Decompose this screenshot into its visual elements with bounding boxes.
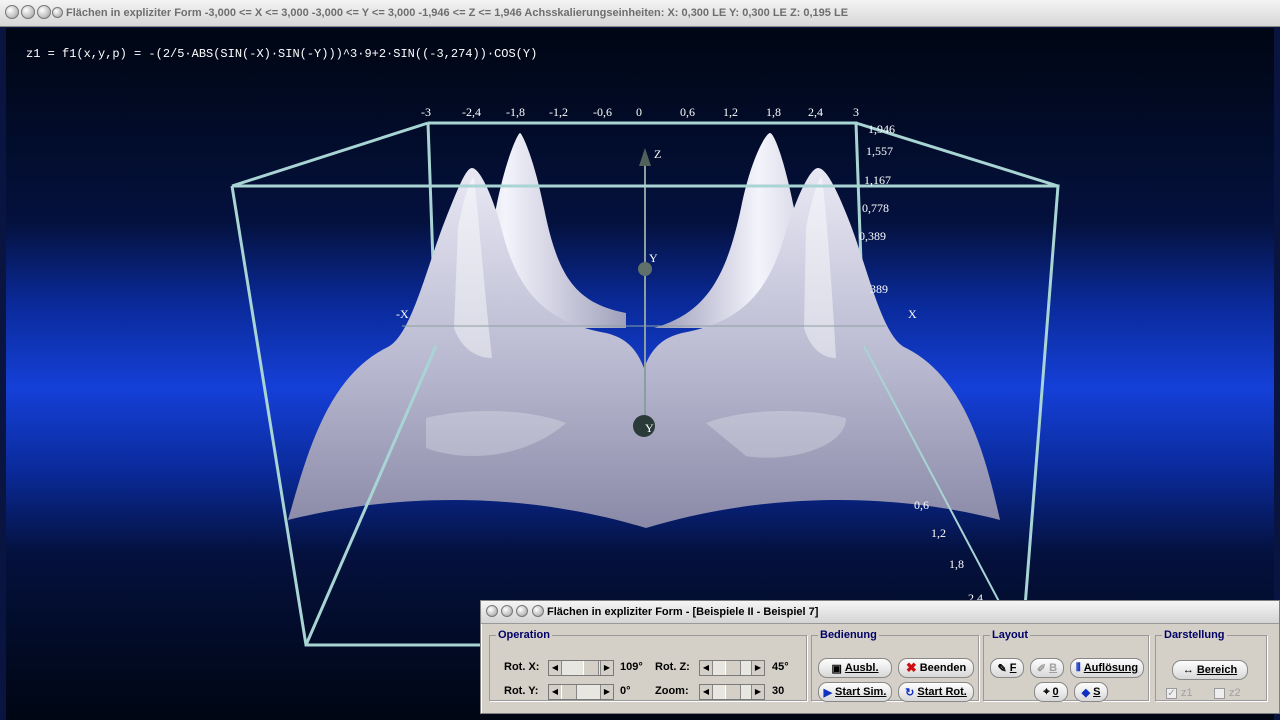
- main-window-title: Flächen in expliziter Form -3,000 <= X <…: [66, 7, 849, 19]
- scroll-right-icon[interactable]: ▶: [751, 685, 764, 699]
- z2-checkbox[interactable]: [1214, 688, 1225, 699]
- grid-icon: ⦀: [1075, 661, 1081, 674]
- scroll-left-icon[interactable]: ◀: [549, 661, 562, 675]
- z-axis-arrow: [639, 148, 651, 166]
- hide-icon: ▣: [831, 662, 842, 675]
- zoom-label: Zoom:: [655, 685, 689, 697]
- scroll-left-icon[interactable]: ◀: [700, 661, 713, 675]
- x-tick-label: 2,4: [808, 105, 823, 119]
- x-tick-label: 0,6: [680, 105, 695, 119]
- x-tick-label: -2,4: [462, 105, 481, 119]
- range-icon: ↔: [1182, 664, 1194, 676]
- slider-thumb[interactable]: [725, 685, 741, 699]
- panel-minimize-button[interactable]: [501, 605, 513, 617]
- darstellung-legend: Darstellung: [1164, 629, 1225, 641]
- window-menu-icon[interactable]: [52, 7, 63, 18]
- darstellung-group: Darstellung ↔ Bereich ✓ z1 z2: [1155, 629, 1267, 701]
- rot-y-slider[interactable]: ◀ ▶: [548, 684, 614, 700]
- layout-legend: Layout: [992, 629, 1029, 641]
- rot-z-slider[interactable]: ◀ ▶: [699, 660, 765, 676]
- z-axis-label: Z: [654, 147, 662, 161]
- x-tick-label: -0,6: [593, 105, 612, 119]
- x-axis-label-positive: X: [908, 307, 917, 321]
- bedienung-legend: Bedienung: [820, 629, 877, 641]
- operation-legend: Operation: [498, 629, 550, 641]
- rot-y-label: Rot. Y:: [504, 685, 539, 697]
- start-simulation-button[interactable]: ▶ Start Sim.: [818, 682, 892, 702]
- z1-checkbox[interactable]: ✓: [1166, 688, 1177, 699]
- rotate-icon: ↻: [905, 686, 915, 699]
- slider-thumb[interactable]: [561, 685, 577, 699]
- shape-icon: ◆: [1081, 686, 1091, 699]
- zoom-slider[interactable]: ◀ ▶: [699, 684, 765, 700]
- rot-x-slider[interactable]: ◀ ▶: [548, 660, 614, 676]
- y-axis-label-front: Y: [645, 421, 654, 435]
- z-tick-label: 389: [870, 282, 888, 296]
- x-tick-label: -3: [421, 105, 431, 119]
- z-tick-label: 1,167: [864, 173, 891, 187]
- x-tick-label: -1,8: [506, 105, 525, 119]
- eraser-icon: ✐: [1036, 662, 1047, 675]
- background-button[interactable]: ✐ B: [1030, 658, 1064, 678]
- x-tick-label: 0: [636, 105, 642, 119]
- y-tick-label: 1,8: [949, 557, 964, 571]
- z2-label: z2: [1229, 687, 1241, 699]
- window-close-button[interactable]: [5, 5, 19, 19]
- scroll-right-icon[interactable]: ▶: [600, 661, 613, 675]
- resolution-button[interactable]: ⦀ Auflösung: [1070, 658, 1144, 678]
- slider-thumb[interactable]: [583, 661, 599, 675]
- y-axis-label-back: Y: [649, 251, 658, 265]
- z-tick-label: 0,778: [862, 201, 889, 215]
- control-panel: Flächen in expliziter Form - [Beispiele …: [480, 600, 1280, 714]
- z-tick-label: 1,946: [868, 122, 895, 136]
- scroll-left-icon[interactable]: ◀: [700, 685, 713, 699]
- scroll-right-icon[interactable]: ▶: [751, 661, 764, 675]
- window-maximize-button[interactable]: [37, 5, 51, 19]
- crosshair-icon: ⌖: [1043, 685, 1050, 698]
- bedienung-group: Bedienung ▣ Ausbl. ✖ Beenden ▶ Start Sim…: [811, 629, 979, 702]
- x-tick-label: -1,2: [549, 105, 568, 119]
- slider-thumb[interactable]: [725, 661, 741, 675]
- layout-group: Layout ✎ F ✐ B ⦀ Auflösung ⌖ 0 ◆ S: [983, 629, 1149, 702]
- scroll-right-icon[interactable]: ▶: [600, 685, 613, 699]
- x-tick-label: 3: [853, 105, 859, 119]
- x-tick-label: 1,2: [723, 105, 738, 119]
- zoom-value: 30: [772, 685, 785, 697]
- panel-menu-icon[interactable]: [532, 605, 544, 617]
- panel-close-button[interactable]: [486, 605, 498, 617]
- close-icon: ✖: [905, 660, 917, 675]
- z-tick-label: 1,557: [866, 144, 893, 158]
- y-tick-label: 0,6: [914, 498, 929, 512]
- brush-icon: ✎: [997, 662, 1007, 675]
- style-button[interactable]: ◆ S: [1074, 682, 1108, 702]
- operation-group: Operation Rot. X: ◀ ▶ 109° Rot. Z: ◀ ▶ 4…: [489, 629, 807, 701]
- beenden-button[interactable]: ✖ Beenden: [898, 658, 974, 678]
- main-titlebar[interactable]: Flächen in expliziter Form -3,000 <= X <…: [0, 0, 1280, 27]
- x-tick-label: 1,8: [766, 105, 781, 119]
- rot-y-value: 0°: [620, 685, 631, 697]
- rot-x-label: Rot. X:: [504, 661, 540, 673]
- ausblenden-button[interactable]: ▣ Ausbl.: [818, 658, 892, 678]
- play-icon: ▶: [823, 686, 833, 699]
- rot-x-value: 109°: [620, 661, 643, 673]
- range-button[interactable]: ↔ Bereich: [1172, 660, 1248, 680]
- z1-label: z1: [1181, 687, 1193, 699]
- x-axis-label-negative: -X: [396, 307, 409, 321]
- start-rotation-button[interactable]: ↻ Start Rot.: [898, 682, 974, 702]
- z-tick-label: 0,389: [859, 229, 886, 243]
- rot-z-value: 45°: [772, 661, 789, 673]
- font-button[interactable]: ✎ F: [990, 658, 1024, 678]
- rot-z-label: Rot. Z:: [655, 661, 690, 673]
- origin-button[interactable]: ⌖ 0: [1034, 682, 1068, 702]
- panel-titlebar[interactable]: Flächen in expliziter Form - [Beispiele …: [481, 601, 1279, 624]
- panel-maximize-button[interactable]: [516, 605, 528, 617]
- panel-title: Flächen in expliziter Form - [Beispiele …: [547, 606, 819, 618]
- y-tick-label: 1,2: [931, 526, 946, 540]
- window-minimize-button[interactable]: [21, 5, 35, 19]
